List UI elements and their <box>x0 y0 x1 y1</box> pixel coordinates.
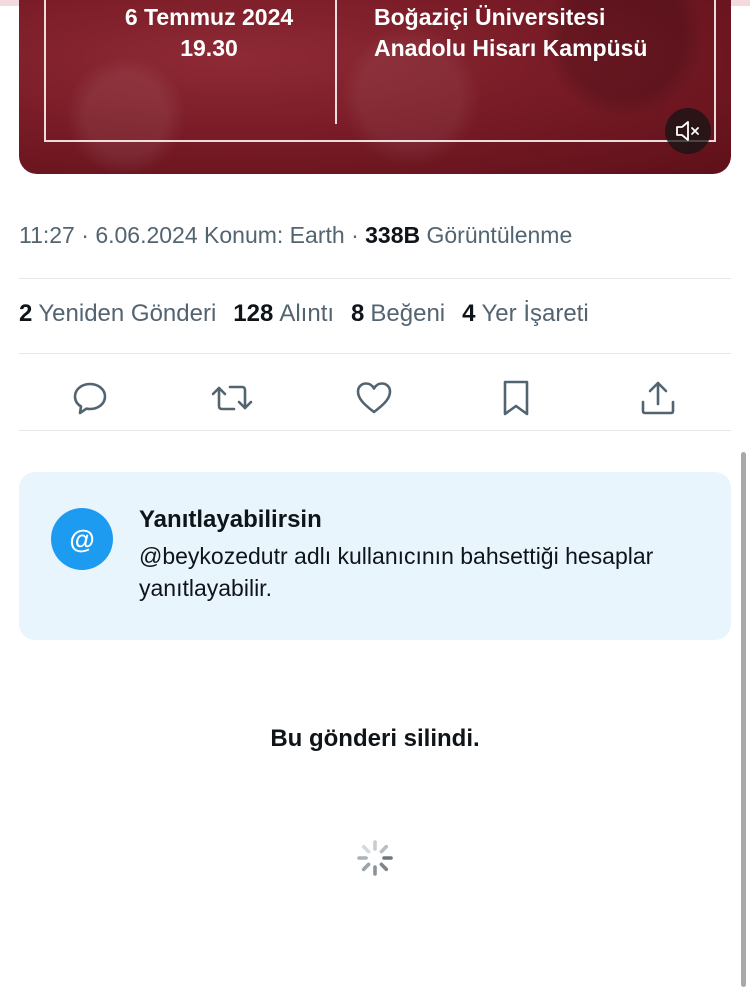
repost-icon <box>211 385 253 411</box>
quotes-count: 128 <box>233 300 274 327</box>
bookmark-icon <box>503 380 529 416</box>
tweet-media-video[interactable]: 6 Temmuz 2024 19.30 Boğaziçi Üniversites… <box>19 0 731 174</box>
event-venue: Boğaziçi Üniversitesi Anadolu Hisarı Kam… <box>374 2 694 64</box>
divider <box>19 278 731 279</box>
reply-restriction-description: @beykozedutr adlı kullanıcının bahsettiğ… <box>139 543 654 601</box>
engagement-stats: 2 Yeniden Gönderi 128 Alıntı 8 Beğeni 4 Yer … <box>19 300 606 328</box>
scrollbar[interactable] <box>741 452 746 987</box>
mention-icon: @ <box>51 508 113 570</box>
tweet-action-bar <box>19 372 731 424</box>
likes-label: Beğeni <box>370 300 446 327</box>
reply-icon <box>73 382 107 415</box>
like-button[interactable] <box>352 376 396 420</box>
reply-restriction-card: @ Yanıtlayabilirsin @beykozedutr adlı ku… <box>19 472 731 640</box>
stat-likes[interactable]: 8 Beğeni <box>351 300 445 328</box>
repost-button[interactable] <box>210 376 254 420</box>
meta-separator-2: · <box>351 222 359 248</box>
tweet-location: Konum: Earth <box>204 222 345 248</box>
divider <box>19 353 731 354</box>
quotes-label: Alıntı <box>279 300 335 327</box>
stat-reposts[interactable]: 2 Yeniden Gönderi <box>19 300 216 328</box>
speaker-muted-icon <box>676 121 699 141</box>
reply-restriction-title: Yanıtlayabilirsin <box>139 506 322 533</box>
bookmark-button[interactable] <box>494 376 538 420</box>
divider <box>19 430 731 431</box>
views-count: 338B <box>365 222 421 248</box>
unmute-button[interactable] <box>665 108 711 154</box>
venue-line-2: Anadolu Hisarı Kampüsü <box>374 35 648 61</box>
tweet-meta: 11:27 · 6.06.2024 Konum: Earth · 338B Gö… <box>19 222 572 249</box>
reposts-label: Yeniden Gönderi <box>38 300 217 327</box>
reposts-count: 2 <box>19 300 33 327</box>
reply-button[interactable] <box>68 376 112 420</box>
likes-count: 8 <box>351 300 365 327</box>
event-time: 19.30 <box>180 35 238 61</box>
loading-spinner-icon <box>357 840 393 876</box>
meta-separator: · <box>81 222 89 248</box>
stat-quotes[interactable]: 128 Alıntı <box>233 300 334 328</box>
bookmarks-count: 4 <box>462 300 476 327</box>
tweet-time[interactable]: 11:27 <box>19 222 75 248</box>
views-label: Görüntülenme <box>426 222 573 248</box>
bookmarks-label: Yer İşareti <box>481 300 589 327</box>
like-icon <box>356 382 392 414</box>
tweet-date[interactable]: 6.06.2024 <box>95 222 197 248</box>
share-button[interactable] <box>636 376 680 420</box>
venue-line-1: Boğaziçi Üniversitesi <box>374 4 606 30</box>
stat-bookmarks[interactable]: 4 Yer İşareti <box>462 300 589 328</box>
poster-divider <box>335 0 337 124</box>
event-date: 6 Temmuz 2024 <box>124 4 294 30</box>
share-icon <box>641 381 675 415</box>
deleted-post-notice: Bu gönderi silindi. <box>270 725 480 752</box>
event-datetime: 6 Temmuz 2024 19.30 <box>99 2 319 64</box>
